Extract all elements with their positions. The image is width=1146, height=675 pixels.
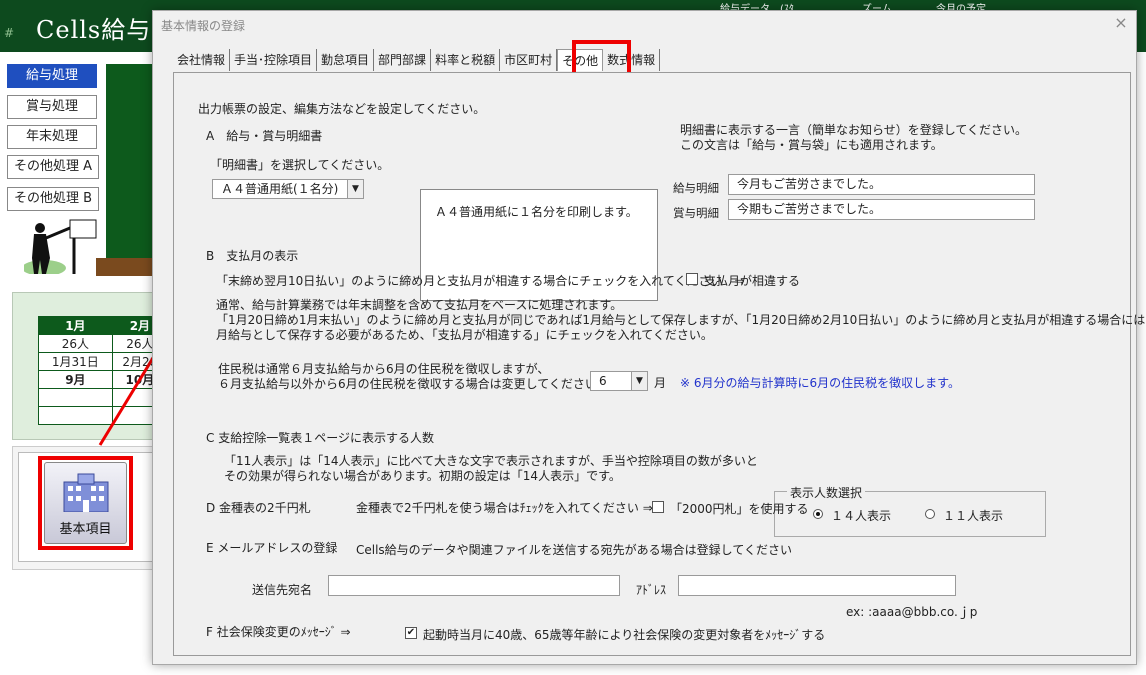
dialog-title: 基本情報の登録 — [161, 19, 246, 33]
salary-message-label: 給与明細 — [673, 181, 719, 195]
address-input[interactable] — [678, 575, 956, 596]
use-2000-yen-checkbox[interactable] — [652, 501, 664, 513]
pay-month-check-prompt: 「末締め翌月10日払い」のように締め月と支払月が相違する場合にチェックを入れてく… — [216, 274, 745, 288]
display-count-group: 表示人数選択 １４人表示 １１人表示 — [774, 484, 1046, 537]
tab-municipality[interactable]: 市区町村 — [500, 49, 558, 71]
address-label: ｱﾄﾞﾚｽ — [636, 583, 667, 597]
social-insurance-message-checkbox[interactable]: ✔ — [405, 627, 417, 639]
radio-11-label: １１人表示 — [943, 509, 1004, 523]
payslip-select-prompt: 「明細書」を選択してください。 — [210, 158, 390, 172]
preview-text: Ａ４普通用紙に１名分を印刷します。 — [435, 205, 638, 219]
presenter-figure-icon — [24, 219, 97, 274]
side-button-other-b[interactable]: その他処理 B — [7, 187, 99, 211]
section-d-heading: D 金種表の2千円札 — [206, 501, 311, 515]
tab-company[interactable]: 会社情報 — [173, 49, 231, 71]
radio-14-label: １４人表示 — [831, 509, 892, 523]
tab-department[interactable]: 部門部課 — [374, 49, 432, 71]
section-e-heading: E メールアドレスの登録 — [206, 541, 338, 555]
intro-text: 出力帳票の設定、編集方法などを設定してください。 — [198, 102, 486, 116]
bonus-message-label: 賞与明細 — [673, 206, 719, 220]
section-b-desc-3: 月給与として保存する必要があるため、「支払月が相違する」にチェックを入れてくださ… — [216, 328, 713, 342]
section-b-heading: B 支払月の表示 — [206, 249, 299, 263]
recipient-name-input[interactable] — [328, 575, 620, 596]
section-d-desc: 金種表で2千円札を使う場合はﾁｪｯｸを入れてください ⇒ — [356, 501, 653, 515]
close-icon[interactable]: × — [1111, 13, 1131, 32]
tab-attendance[interactable]: 勤怠項目 — [317, 49, 375, 71]
app-title: Cells給与 — [36, 16, 152, 44]
radio-11-people[interactable] — [925, 509, 935, 519]
building-icon — [63, 473, 109, 512]
chevron-down-icon[interactable]: ▼ — [631, 372, 647, 390]
section-f-heading: F 社会保険変更のﾒｯｾｰｼﾞ ⇒ — [206, 625, 351, 639]
section-e-desc: Cells給与のデータや関連ファイルを送信する宛先がある場合は登録してください — [356, 543, 792, 557]
tab-highlight — [572, 40, 631, 76]
use-2000-yen-label: 「2000円札」を使用する — [670, 502, 809, 516]
pay-month-differs-checkbox[interactable] — [686, 273, 698, 285]
address-example: ex: :aaaa@bbb.co.ｊp — [846, 605, 978, 619]
resident-tax-desc-2: ６月支払給与以外から6月の住民税を徴収する場合は変更してください ⇒ — [218, 377, 619, 391]
side-button-payroll[interactable]: 給与処理 — [7, 64, 97, 88]
salary-message-input[interactable]: 今月もご苦労さまでした。 — [728, 174, 1035, 195]
social-insurance-message-label: 起動時当月に40歳、65歳等年齢により社会保険の変更対象者をﾒｯｾｰｼﾞする — [423, 628, 826, 642]
radio-14-people[interactable] — [813, 509, 823, 519]
message-desc-2: この文言は「給与・賞与袋」にも適用されます。 — [680, 138, 943, 152]
pay-month-differs-label: 支払月が相違する — [704, 274, 801, 288]
side-button-bonus[interactable]: 賞与処理 — [7, 95, 97, 119]
section-a-heading: A 給与・賞与明細書 — [206, 129, 323, 143]
resident-tax-month-value: 6 — [599, 374, 607, 388]
side-button-yearend[interactable]: 年末処理 — [7, 125, 97, 149]
header-mark: # — [4, 26, 15, 40]
basic-items-label: 基本項目 — [59, 522, 112, 537]
month-unit: 月 — [654, 376, 667, 390]
resident-tax-month-select[interactable]: 6 ▼ — [590, 371, 648, 391]
basic-info-dialog: 基本情報の登録 × 会社情報 手当･控除項目 勤怠項目 部門部課 料率と税額 市… — [152, 10, 1146, 665]
chevron-down-icon[interactable]: ▼ — [347, 180, 363, 198]
tab-content: 出力帳票の設定、編集方法などを設定してください。 A 給与・賞与明細書 「明細書… — [173, 72, 1146, 656]
recipient-name-label: 送信先宛名 — [252, 583, 313, 597]
display-count-group-title: 表示人数選択 — [787, 484, 866, 501]
resident-tax-note: ※ 6月分の給与計算時に6月の住民税を徴収します。 — [680, 376, 960, 390]
payslip-select[interactable]: Ａ４普通用紙(１名分) ▼ — [212, 179, 364, 199]
tab-allowance[interactable]: 手当･控除項目 — [230, 49, 318, 71]
section-c-desc-2: その効果が得られない場合があります。初期の設定は「14人表示」です。 — [224, 469, 621, 483]
payslip-select-value: Ａ４普通用紙(１名分) — [221, 182, 339, 196]
bonus-message-input[interactable]: 今期もご苦労さまでした。 — [728, 199, 1035, 220]
section-c-heading: C 支給控除一覧表１ページに表示する人数 — [206, 431, 434, 445]
side-button-other-a[interactable]: その他処理 A — [7, 155, 99, 179]
tab-rates[interactable]: 料率と税額 — [431, 49, 501, 71]
